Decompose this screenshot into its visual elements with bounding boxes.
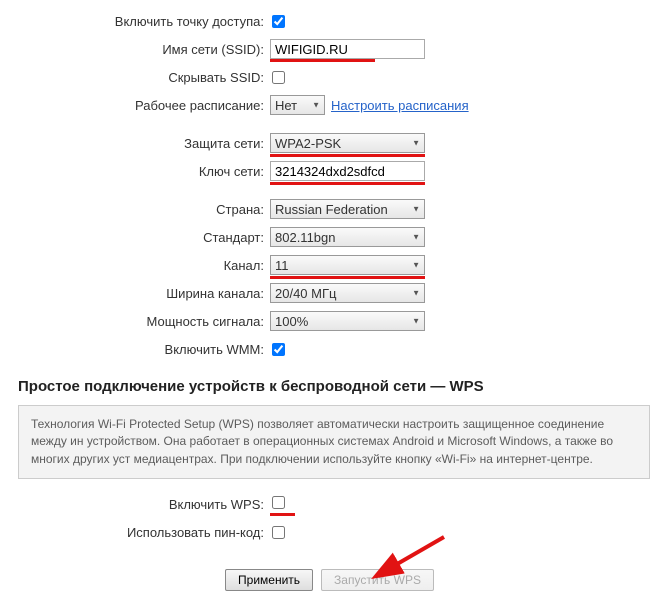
schedule-select[interactable]: Нет (270, 95, 325, 115)
wps-section-heading: Простое подключение устройств к беспрово… (18, 378, 659, 395)
use-pin-label: Использовать пин-код: (0, 525, 270, 540)
channel-width-label: Ширина канала: (0, 286, 270, 301)
security-label: Защита сети: (0, 136, 270, 151)
channel-select[interactable]: 11 (270, 255, 425, 275)
security-select[interactable]: WPA2-PSK (270, 133, 425, 153)
enable-wps-checkbox[interactable] (272, 496, 285, 509)
ssid-input[interactable] (270, 39, 425, 59)
signal-power-select[interactable]: 100% (270, 311, 425, 331)
country-label: Страна: (0, 202, 270, 217)
enable-ap-checkbox[interactable] (272, 15, 285, 28)
hide-ssid-checkbox[interactable] (272, 71, 285, 84)
wps-info-box: Технология Wi-Fi Protected Setup (WPS) п… (18, 405, 650, 479)
enable-wmm-checkbox[interactable] (272, 343, 285, 356)
start-wps-button[interactable]: Запустить WPS (321, 569, 434, 591)
signal-power-label: Мощность сигнала: (0, 314, 270, 329)
ssid-label: Имя сети (SSID): (0, 42, 270, 57)
use-pin-checkbox[interactable] (272, 526, 285, 539)
hide-ssid-label: Скрывать SSID: (0, 70, 270, 85)
country-select[interactable]: Russian Federation (270, 199, 425, 219)
standard-label: Стандарт: (0, 230, 270, 245)
enable-ap-label: Включить точку доступа: (0, 14, 270, 29)
standard-select[interactable]: 802.11bgn (270, 227, 425, 247)
schedule-label: Рабочее расписание: (0, 98, 270, 113)
configure-schedule-link[interactable]: Настроить расписания (331, 98, 469, 113)
channel-label: Канал: (0, 258, 270, 273)
apply-button[interactable]: Применить (225, 569, 313, 591)
key-input[interactable] (270, 161, 425, 181)
key-label: Ключ сети: (0, 164, 270, 179)
channel-width-select[interactable]: 20/40 МГц (270, 283, 425, 303)
enable-wps-label: Включить WPS: (0, 497, 270, 512)
enable-wmm-label: Включить WMM: (0, 342, 270, 357)
